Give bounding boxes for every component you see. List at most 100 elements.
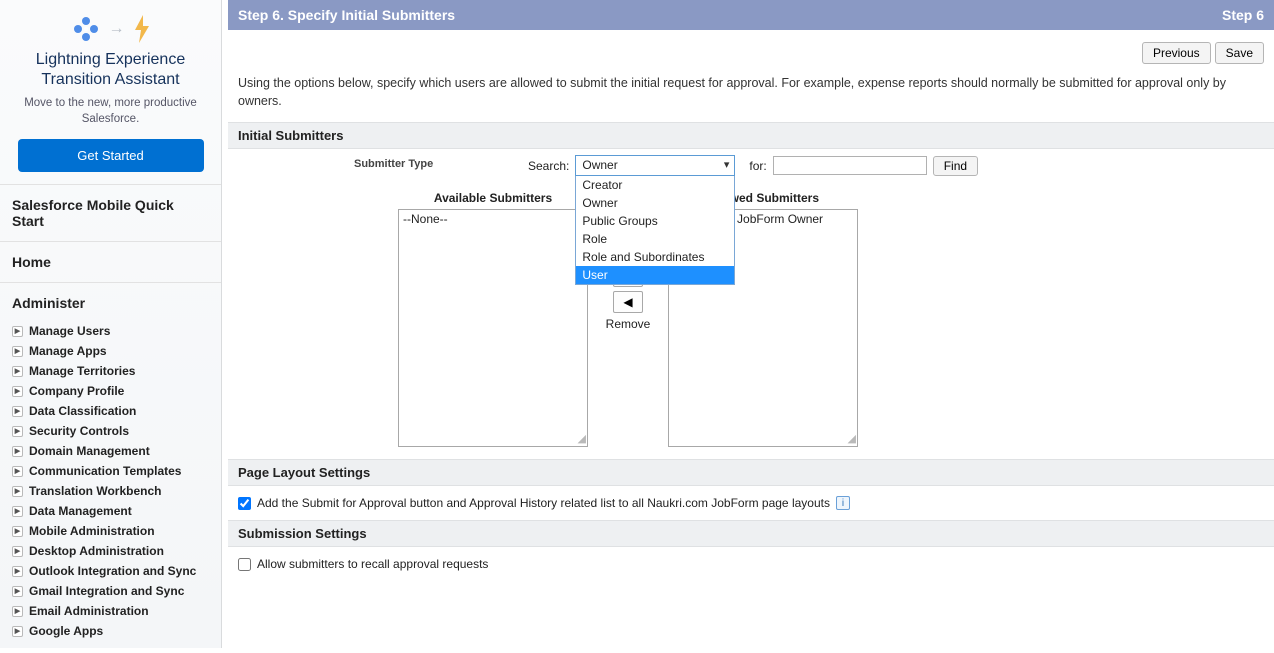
available-none: --None-- (403, 212, 448, 226)
sidebar-item-communication-templates[interactable]: ▶ Communication Templates (12, 461, 209, 481)
expand-icon: ▶ (12, 366, 23, 377)
sidebar-item-label: Domain Management (29, 444, 150, 458)
sidebar-item-label: Data Management (29, 504, 132, 518)
submitter-type-label: Submitter Type (354, 158, 433, 170)
sidebar-item-label: Manage Apps (29, 344, 107, 358)
sidebar-item-label: Google Apps (29, 624, 103, 638)
submission-checkbox-label[interactable]: Allow submitters to recall approval requ… (257, 557, 488, 571)
step-bar: Step 6. Specify Initial Submitters Step … (228, 0, 1274, 30)
dropdown-option-role[interactable]: Role (576, 230, 734, 248)
for-label: for: (749, 159, 766, 173)
expand-icon: ▶ (12, 326, 23, 337)
sidebar-item-security-controls[interactable]: ▶ Security Controls (12, 421, 209, 441)
section-initial-submitters: Initial Submitters (228, 122, 1274, 149)
dropdown-option-public-groups[interactable]: Public Groups (576, 212, 734, 230)
sidebar-item-label: Company Profile (29, 384, 124, 398)
previous-button[interactable]: Previous (1142, 42, 1211, 64)
get-started-button[interactable]: Get Started (18, 139, 204, 172)
expand-icon: ▶ (12, 546, 23, 557)
flower-icon (71, 14, 101, 44)
dropdown-option-creator[interactable]: Creator (576, 176, 734, 194)
page-layout-checkbox[interactable] (238, 497, 251, 510)
search-dropdown[interactable]: CreatorOwnerPublic GroupsRoleRole and Su… (575, 176, 735, 285)
expand-icon: ▶ (12, 506, 23, 517)
sidebar-item-translation-workbench[interactable]: ▶ Translation Workbench (12, 481, 209, 501)
available-listbox[interactable]: --None-- ◢ (398, 209, 588, 447)
sidebar-item-desktop-administration[interactable]: ▶ Desktop Administration (12, 541, 209, 561)
expand-icon: ▶ (12, 386, 23, 397)
promo-icons: → (10, 14, 211, 44)
resize-icon: ◢ (848, 432, 856, 445)
sidebar-item-label: Communication Templates (29, 464, 181, 478)
search-label: Search: (528, 159, 569, 173)
sidebar-item-label: Data Classification (29, 404, 136, 418)
for-input[interactable] (773, 156, 927, 175)
search-select[interactable]: Owner CreatorOwnerPublic GroupsRoleRole … (575, 155, 735, 176)
sidebar-item-manage-apps[interactable]: ▶ Manage Apps (12, 341, 209, 361)
expand-icon: ▶ (12, 626, 23, 637)
sidebar-item-manage-territories[interactable]: ▶ Manage Territories (12, 361, 209, 381)
dropdown-option-user[interactable]: User (576, 266, 734, 284)
sidebar-item-company-profile[interactable]: ▶ Company Profile (12, 381, 209, 401)
sidebar-item-manage-users[interactable]: ▶ Manage Users (12, 321, 209, 341)
sidebar-item-label: Manage Territories (29, 364, 135, 378)
section-page-layout: Page Layout Settings (228, 459, 1274, 486)
sidebar-item-label: Security Controls (29, 424, 129, 438)
sidebar-quick-start[interactable]: Salesforce Mobile Quick Start (0, 185, 221, 242)
sidebar-item-gmail-integration-and-sync[interactable]: ▶ Gmail Integration and Sync (12, 581, 209, 601)
dropdown-option-owner[interactable]: Owner (576, 194, 734, 212)
search-row: Search: Owner CreatorOwnerPublic GroupsR… (528, 155, 978, 176)
expand-icon: ▶ (12, 586, 23, 597)
sidebar-item-email-administration[interactable]: ▶ Email Administration (12, 601, 209, 621)
expand-icon: ▶ (12, 426, 23, 437)
sidebar-item-label: Manage Users (29, 324, 110, 338)
expand-icon: ▶ (12, 466, 23, 477)
sidebar-item-label: Desktop Administration (29, 544, 164, 558)
admin-heading: Administer (12, 295, 209, 311)
sidebar-admin: Administer ▶ Manage Users ▶ Manage Apps ▶ Man… (0, 283, 221, 653)
available-heading: Available Submitters (398, 191, 588, 205)
page-layout-checkbox-label[interactable]: Add the Submit for Approval button and A… (257, 496, 830, 510)
initial-submitters-form: Submitter Type Search: Owner CreatorOwne… (228, 149, 1274, 459)
expand-icon: ▶ (12, 566, 23, 577)
search-select-value[interactable]: Owner (575, 155, 735, 176)
sidebar-item-google-apps[interactable]: ▶ Google Apps (12, 621, 209, 641)
sidebar-item-label: Mobile Administration (29, 524, 155, 538)
sidebar-item-label: Outlook Integration and Sync (29, 564, 196, 578)
sidebar-item-label: Translation Workbench (29, 484, 161, 498)
expand-icon: ▶ (12, 406, 23, 417)
expand-icon: ▶ (12, 346, 23, 357)
arrow-left-icon: ◀ (623, 295, 632, 309)
sidebar-item-outlook-integration-and-sync[interactable]: ▶ Outlook Integration and Sync (12, 561, 209, 581)
lightning-icon (133, 15, 151, 43)
expand-icon: ▶ (12, 446, 23, 457)
expand-icon: ▶ (12, 486, 23, 497)
sidebar-item-domain-management[interactable]: ▶ Domain Management (12, 441, 209, 461)
sidebar-item-mobile-administration[interactable]: ▶ Mobile Administration (12, 521, 209, 541)
save-button[interactable]: Save (1215, 42, 1264, 64)
sidebar-home[interactable]: Home (0, 242, 221, 283)
step-title: Step 6. Specify Initial Submitters (238, 7, 455, 23)
promo-subtitle: Move to the new, more productive Salesfo… (10, 96, 211, 127)
expand-icon: ▶ (12, 606, 23, 617)
step-indicator: Step 6 (1222, 7, 1264, 23)
description-text: Using the options below, specify which u… (222, 68, 1274, 122)
action-buttons: Previous Save (222, 30, 1274, 68)
find-button[interactable]: Find (933, 156, 978, 176)
available-column: Available Submitters --None-- ◢ (398, 191, 588, 447)
sidebar-item-label: Email Administration (29, 604, 149, 618)
section-submission: Submission Settings (228, 520, 1274, 547)
sidebar-item-data-management[interactable]: ▶ Data Management (12, 501, 209, 521)
expand-icon: ▶ (12, 526, 23, 537)
dropdown-option-role-and-subordinates[interactable]: Role and Subordinates (576, 248, 734, 266)
info-icon[interactable]: i (836, 496, 850, 510)
sidebar-item-label: Gmail Integration and Sync (29, 584, 184, 598)
promo-title: Lightning Experience Transition Assistan… (10, 50, 211, 90)
sidebar-item-data-classification[interactable]: ▶ Data Classification (12, 401, 209, 421)
main-content: Step 6. Specify Initial Submitters Step … (222, 0, 1274, 648)
page-layout-body: Add the Submit for Approval button and A… (222, 486, 1274, 520)
remove-button[interactable]: ◀ (613, 291, 643, 313)
submission-checkbox[interactable] (238, 558, 251, 571)
resize-icon: ◢ (578, 432, 586, 445)
submission-body: Allow submitters to recall approval requ… (222, 547, 1274, 591)
